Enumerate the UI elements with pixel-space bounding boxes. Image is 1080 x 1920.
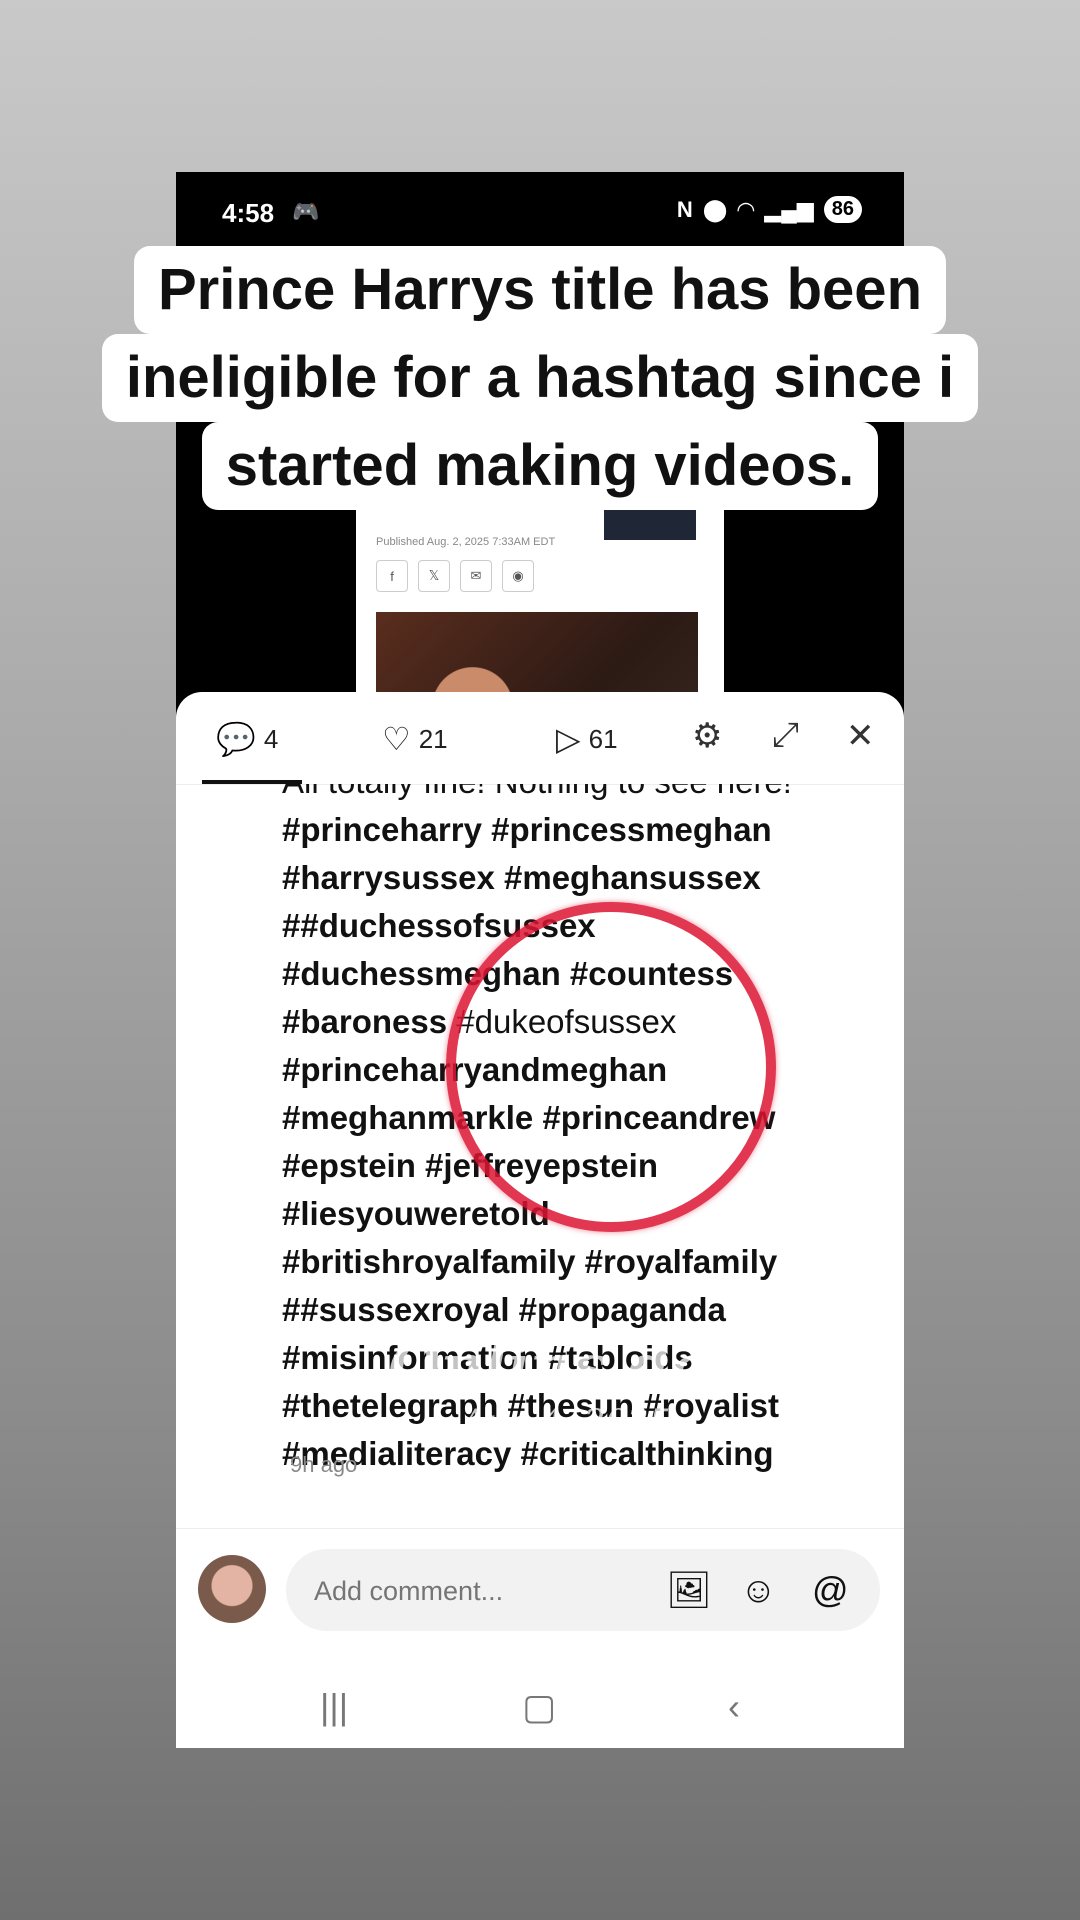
highlight-circle xyxy=(446,902,776,1232)
battery-badge: 86 xyxy=(823,196,862,223)
comment-field[interactable]: 🖼 ☺ @ xyxy=(286,1549,880,1633)
android-nav-bar: ||| ▢ ‹ xyxy=(176,1668,904,1748)
heart-icon: ♡ xyxy=(382,721,411,757)
comment-timestamp: 9h ago xyxy=(290,1452,358,1477)
comments-sheet: 💬 4 ♡ 21 ▷ 61 ⚙ ⤢ ✕ All totally fine! No… xyxy=(176,692,904,1748)
comments-count: 4 xyxy=(263,723,279,754)
hashtag-baroness[interactable]: #baroness xyxy=(282,1003,447,1040)
comment-bubble-icon: 💬 xyxy=(216,721,256,757)
tab-likes[interactable]: ♡ 21 xyxy=(382,720,448,758)
watermark-date: Aug 4, 2025 xyxy=(461,1402,671,1442)
filter-sliders-icon[interactable]: ⚙ xyxy=(692,716,722,756)
signal-icon: ▂▄▆ xyxy=(764,196,814,222)
watermark: Onlins day Aug 4, 2025 xyxy=(306,1332,826,1442)
sheet-tabs: 💬 4 ♡ 21 ▷ 61 ⚙ ⤢ ✕ xyxy=(176,692,904,785)
caption-line-3: started making videos. xyxy=(201,422,879,510)
tab-comments[interactable]: 💬 4 xyxy=(216,720,278,758)
location-icon: ⬤ xyxy=(702,196,728,222)
tab-plays[interactable]: ▷ 61 xyxy=(556,720,618,758)
share-row: f 𝕏 ✉ ◉ xyxy=(376,560,534,592)
plays-count: 61 xyxy=(588,723,618,754)
play-icon: ▷ xyxy=(556,721,581,757)
avatar[interactable] xyxy=(198,1555,266,1623)
email-share-icon: ✉ xyxy=(460,560,492,592)
home-icon[interactable]: ▢ xyxy=(522,1686,556,1728)
gamepad-icon: 🎮 xyxy=(292,199,320,224)
back-icon[interactable]: ‹ xyxy=(728,1686,740,1728)
reddit-share-icon: ◉ xyxy=(502,560,534,592)
clipped-line: All totally fine! Nothing to see here! xyxy=(282,784,882,806)
caption-line-2: ineligible for a hashtag since i xyxy=(101,334,979,422)
recents-icon[interactable]: ||| xyxy=(320,1686,348,1728)
close-icon[interactable]: ✕ xyxy=(846,716,875,756)
article-meta: Published Aug. 2, 2025 7:33AM EDT xyxy=(376,536,556,548)
x-share-icon: 𝕏 xyxy=(418,560,450,592)
status-icons: N ⬤ ◠ ▂▄▆ 86 xyxy=(677,196,862,223)
nfc-icon: N xyxy=(676,196,693,222)
hashtag-line[interactable]: #harrysussex #meghansussex xyxy=(282,854,882,902)
image-icon[interactable]: 🖼 xyxy=(666,1569,712,1611)
hashtag-line[interactable]: ##sussexroyal #propaganda xyxy=(282,1286,882,1334)
wifi-icon: ◠ xyxy=(737,196,755,222)
likes-count: 21 xyxy=(418,723,448,754)
comment-input-bar: 🖼 ☺ @ xyxy=(176,1528,904,1633)
emoji-icon[interactable]: ☺ xyxy=(740,1569,777,1611)
caption-line-1: Prince Harrys title has been xyxy=(134,246,946,334)
video-caption: Prince Harrys title has been ineligible … xyxy=(0,246,1080,510)
watermark-title: Onlins day xyxy=(388,1332,744,1402)
mention-icon[interactable]: @ xyxy=(812,1569,849,1611)
expand-icon[interactable]: ⤢ xyxy=(772,716,799,755)
hashtag-line[interactable]: #britishroyalfamily #royalfamily xyxy=(282,1238,882,1286)
facebook-share-icon: f xyxy=(376,560,408,592)
status-bar: 4:58 🎮 N ⬤ ◠ ▂▄▆ 86 xyxy=(176,172,904,252)
status-time: 4:58 xyxy=(222,198,275,228)
hashtag-line[interactable]: #princeharry #princessmeghan xyxy=(282,806,882,854)
comment-input[interactable] xyxy=(312,1549,646,1633)
